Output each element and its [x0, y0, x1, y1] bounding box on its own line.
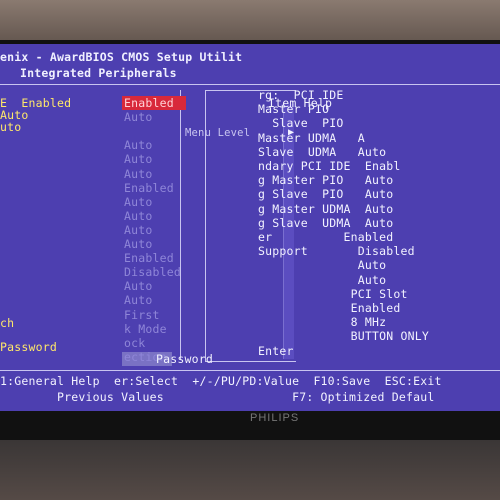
- setting-row-value[interactable]: Auto: [124, 195, 153, 209]
- setting-detail-row[interactable]: g Master UDMA Auto: [258, 202, 393, 216]
- setting-row-label[interactable]: uto: [0, 120, 21, 134]
- setting-detail-row[interactable]: Support Disabled: [258, 244, 415, 258]
- setting-detail-row[interactable]: g Slave UDMA Auto: [258, 216, 393, 230]
- setting-detail-row[interactable]: Auto: [258, 258, 386, 272]
- menu-level-label: Menu Level: [185, 127, 251, 139]
- footer-divider: [0, 370, 500, 371]
- setting-row-label[interactable]: Password: [0, 340, 57, 354]
- desk-surface: [0, 440, 500, 500]
- setting-detail-row[interactable]: Master UDMA A: [258, 131, 365, 145]
- setting-detail-row[interactable]: PCI Slot: [258, 287, 408, 301]
- setting-row-value[interactable]: Auto: [124, 223, 153, 237]
- monitor-brand-logo: PHILIPS: [250, 412, 300, 424]
- setting-row-value[interactable]: Enabled: [124, 251, 174, 265]
- setting-row-label[interactable]: ch: [0, 316, 14, 330]
- setting-detail-row[interactable]: Slave UDMA Auto: [258, 145, 386, 159]
- setting-row-value[interactable]: k Mode: [124, 322, 167, 336]
- setting-row-value[interactable]: First: [124, 308, 160, 322]
- setting-row-value[interactable]: ock: [124, 336, 145, 350]
- setting-detail-row[interactable]: rg: PCI IDE: [258, 88, 343, 102]
- footer-keys-line2: Previous Values F7: Optimized Defaul: [0, 390, 435, 404]
- setting-detail-row[interactable]: BUTTON ONLY: [258, 329, 429, 343]
- header-divider: [0, 84, 500, 85]
- setting-labels: [0, 94, 205, 354]
- setting-detail-row[interactable]: 8 MHz: [258, 315, 386, 329]
- page-title: Integrated Peripherals: [20, 66, 177, 80]
- setting-row-value[interactable]: Auto: [124, 209, 153, 223]
- setting-row-value[interactable]: Auto: [124, 152, 153, 166]
- setting-detail-row[interactable]: g Slave PIO Auto: [258, 187, 393, 201]
- setting-row-value[interactable]: Auto: [124, 167, 153, 181]
- setting-detail-row[interactable]: Enabled: [258, 301, 401, 315]
- bios-screen: enix - AwardBIOS CMOS Setup Utilit Integ…: [0, 44, 500, 411]
- setting-detail-row[interactable]: Enter: [258, 344, 294, 358]
- setting-row-value[interactable]: Disabled: [124, 265, 181, 279]
- setting-detail-row[interactable]: Master PIO: [258, 102, 329, 116]
- setting-row-value[interactable]: Auto: [124, 138, 153, 152]
- bios-title: enix - AwardBIOS CMOS Setup Utilit: [0, 50, 243, 64]
- setting-row-value[interactable]: Enabled: [124, 181, 174, 195]
- setting-detail-row[interactable]: g Master PIO Auto: [258, 173, 393, 187]
- setting-detail-row[interactable]: er Enabled: [258, 230, 393, 244]
- setting-row-value[interactable]: Auto: [124, 237, 153, 251]
- setting-detail-row[interactable]: Slave PIO: [258, 116, 343, 130]
- setting-detail-row[interactable]: ndary PCI IDE Enabl: [258, 159, 400, 173]
- setting-row-value[interactable]: Auto: [124, 110, 153, 124]
- setting-row-value[interactable]: Auto: [124, 279, 153, 293]
- setting-detail-row[interactable]: Auto: [258, 273, 386, 287]
- footer-keys-line1: 1:General Help er:Select +/-/PU/PD:Value…: [0, 374, 442, 388]
- setting-row-value[interactable]: Auto: [124, 293, 153, 307]
- password-label[interactable]: Password: [156, 352, 213, 366]
